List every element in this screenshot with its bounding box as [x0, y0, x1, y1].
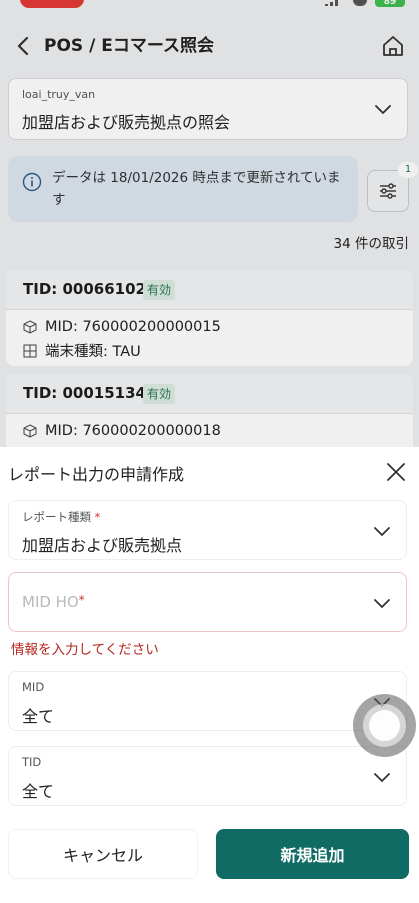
required-marker: * [78, 593, 85, 607]
add-new-button[interactable]: 新規追加 [216, 829, 409, 879]
mid-label: MID [22, 680, 45, 694]
report-type-label-text: レポート種類 [22, 510, 91, 524]
chevron-down-icon [374, 599, 390, 609]
sheet-title: レポート出力の申請作成 [8, 465, 185, 484]
tid-select[interactable]: TID 全て [8, 746, 407, 806]
mid-ho-error-text: 情報を入力してください [11, 642, 159, 658]
report-type-label: レポート種類 * [22, 509, 100, 525]
report-type-value: 加盟店および販売拠点 [22, 536, 183, 555]
mid-value: 全て [22, 707, 55, 726]
mid-select[interactable]: MID 全て [8, 671, 407, 731]
cancel-button[interactable]: キャンセル [8, 829, 198, 879]
tid-value: 全て [22, 782, 55, 801]
report-request-sheet: レポート出力の申請作成 レポート種類 * 加盟店および販売拠点 MID HO* … [0, 447, 419, 903]
mid-ho-select[interactable]: MID HO* [8, 572, 407, 632]
chevron-down-icon [374, 773, 390, 783]
mid-ho-placeholder: MID HO* [22, 593, 85, 611]
report-type-select[interactable]: レポート種類 * 加盟店および販売拠点 [8, 500, 407, 560]
mid-ho-placeholder-text: MID HO [22, 593, 79, 611]
tid-label: TID [22, 755, 42, 769]
close-icon[interactable] [385, 461, 407, 483]
required-marker: * [94, 510, 101, 524]
assistive-touch-button[interactable] [353, 694, 416, 757]
modal-scrim[interactable] [0, 0, 419, 447]
chevron-down-icon [374, 527, 390, 537]
